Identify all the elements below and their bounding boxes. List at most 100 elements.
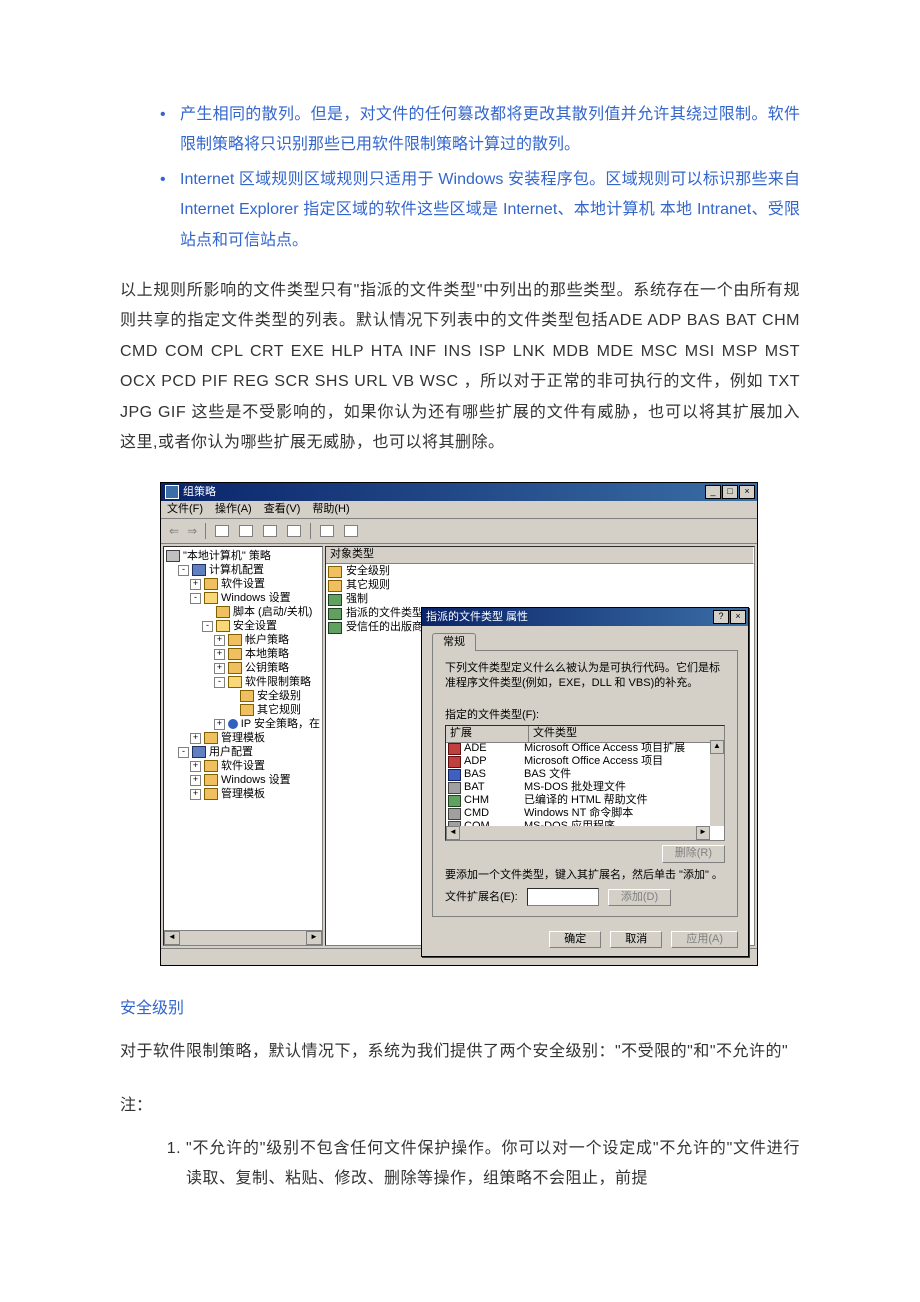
bullet-item: Internet 区域规则区域规则只适用于 Windows 安装程序包。区域规则…	[180, 165, 800, 256]
expand-icon[interactable]: +	[190, 775, 201, 786]
cancel-button[interactable]: 取消	[610, 931, 662, 948]
list-item[interactable]: 安全级别	[346, 565, 390, 578]
folder-icon	[204, 578, 218, 590]
folder-icon	[228, 648, 242, 660]
tree-item[interactable]: 软件限制策略	[245, 676, 311, 689]
filetype-listbox[interactable]: 扩展 文件类型 ADEMicrosoft Office Access 项目扩展 …	[445, 725, 725, 841]
tree-item[interactable]: 其它规则	[257, 704, 301, 717]
scroll-left-icon[interactable]: ◄	[446, 826, 460, 840]
type-cell[interactable]: BAS 文件	[522, 768, 724, 781]
menu-file[interactable]: 文件(F)	[167, 503, 203, 516]
list-item[interactable]: 受信任的出版商	[346, 621, 423, 634]
tree-item[interactable]: 脚本 (启动/关机)	[233, 606, 312, 619]
column-header[interactable]: 对象类型	[326, 547, 754, 563]
collapse-icon[interactable]: -	[178, 747, 189, 758]
list-item[interactable]: 其它规则	[346, 579, 390, 592]
toolbar-btn[interactable]	[317, 521, 337, 541]
type-cell[interactable]: 已编译的 HTML 帮助文件	[522, 794, 724, 807]
ext-cell[interactable]: CMD	[464, 807, 489, 820]
folder-icon	[240, 704, 254, 716]
expand-icon[interactable]: +	[214, 719, 225, 730]
tree-item[interactable]: 软件设置	[221, 760, 265, 773]
minimize-button[interactable]: _	[705, 485, 721, 499]
tree-root[interactable]: "本地计算机" 策略	[183, 550, 271, 563]
config-icon	[192, 746, 206, 758]
help-button[interactable]: ?	[713, 610, 729, 624]
tree-item[interactable]: 用户配置	[209, 746, 253, 759]
ext-cell[interactable]: ADE	[464, 742, 487, 755]
tree-hscrollbar[interactable]: ◄ ►	[164, 930, 322, 945]
tree-item[interactable]: 安全级别	[257, 690, 301, 703]
apply-button[interactable]: 应用(A)	[671, 931, 738, 948]
toolbar-btn[interactable]	[260, 521, 280, 541]
type-cell[interactable]: MS-DOS 批处理文件	[522, 781, 724, 794]
tree-item[interactable]: Windows 设置	[221, 592, 291, 605]
scroll-up-icon[interactable]: ▲	[710, 740, 724, 754]
tree-item[interactable]: 管理模板	[221, 788, 265, 801]
ext-cell[interactable]: ADP	[464, 755, 487, 768]
expand-icon[interactable]: +	[214, 663, 225, 674]
policy-icon	[328, 622, 342, 634]
tree-item[interactable]: 安全设置	[233, 620, 277, 633]
list-item[interactable]: 指派的文件类型	[346, 607, 423, 620]
type-cell[interactable]: Microsoft Office Access 项目扩展	[522, 742, 724, 755]
ext-cell[interactable]: BAT	[464, 781, 485, 794]
menu-action[interactable]: 操作(A)	[215, 503, 252, 516]
collapse-icon[interactable]: -	[190, 593, 201, 604]
scroll-left-icon[interactable]: ◄	[164, 931, 180, 945]
tree-item[interactable]: 本地策略	[245, 648, 289, 661]
tree-item[interactable]: IP 安全策略，在	[241, 718, 320, 731]
tab-general[interactable]: 常规	[432, 633, 476, 651]
toolbar-btn[interactable]	[236, 521, 256, 541]
dialog-description: 下列文件类型定义什么么被认为是可执行代码。它们是标准程序文件类型(例如，EXE，…	[445, 661, 725, 691]
folder-icon	[240, 690, 254, 702]
maximize-button[interactable]: □	[722, 485, 738, 499]
collapse-icon[interactable]: -	[178, 565, 189, 576]
ext-cell[interactable]: BAS	[464, 768, 486, 781]
collapse-icon[interactable]: -	[214, 677, 225, 688]
nav-fwd-icon[interactable]: ⇒	[185, 524, 199, 538]
scroll-right-icon[interactable]: ►	[696, 826, 710, 840]
scroll-right-icon[interactable]: ►	[306, 931, 322, 945]
expand-icon[interactable]: +	[214, 635, 225, 646]
type-cell[interactable]: Windows NT 命令脚本	[522, 807, 724, 820]
expand-icon[interactable]: +	[190, 733, 201, 744]
nav-back-icon[interactable]: ⇐	[167, 524, 181, 538]
toolbar-btn[interactable]	[341, 521, 361, 541]
list-vscrollbar[interactable]: ▲	[710, 740, 724, 826]
tree-item[interactable]: 公钥策略	[245, 662, 289, 675]
delete-button[interactable]: 删除(R)	[662, 845, 725, 862]
menu-view[interactable]: 查看(V)	[264, 503, 301, 516]
ext-input[interactable]	[527, 888, 599, 906]
expand-icon[interactable]: +	[214, 649, 225, 660]
filetype-properties-dialog: 指派的文件类型 属性 ? × 常规 下列文件类型定义什么么被认为是可执行代码。它…	[421, 607, 749, 957]
tree-item[interactable]: Windows 设置	[221, 774, 291, 787]
tree-item[interactable]: 管理模板	[221, 732, 265, 745]
folder-icon	[204, 592, 218, 604]
list-hscrollbar[interactable]: ◄ ►	[446, 826, 710, 840]
list-label: 指定的文件类型(F):	[445, 709, 725, 722]
close-button[interactable]: ×	[739, 485, 755, 499]
script-icon	[216, 606, 230, 618]
toolbar-btn[interactable]	[212, 521, 232, 541]
collapse-icon[interactable]: -	[202, 621, 213, 632]
close-button[interactable]: ×	[730, 610, 746, 624]
add-button[interactable]: 添加(D)	[608, 889, 671, 906]
expand-icon[interactable]: +	[190, 761, 201, 772]
tree-item[interactable]: 计算机配置	[209, 564, 264, 577]
ext-cell[interactable]: CHM	[464, 794, 489, 807]
toolbar-btn[interactable]	[284, 521, 304, 541]
tree-item[interactable]: 软件设置	[221, 578, 265, 591]
expand-icon[interactable]: +	[190, 579, 201, 590]
ok-button[interactable]: 确定	[549, 931, 601, 948]
type-cell[interactable]: Microsoft Office Access 项目	[522, 755, 724, 768]
expand-icon[interactable]: +	[190, 789, 201, 800]
col-ext[interactable]: 扩展	[446, 726, 529, 741]
tree-item[interactable]: 帐户策略	[245, 634, 289, 647]
menu-help[interactable]: 帮助(H)	[312, 503, 349, 516]
col-type[interactable]: 文件类型	[529, 726, 724, 741]
file-icon	[448, 782, 461, 794]
app-icon	[165, 485, 179, 499]
policy-icon	[328, 608, 342, 620]
list-item[interactable]: 强制	[346, 593, 368, 606]
